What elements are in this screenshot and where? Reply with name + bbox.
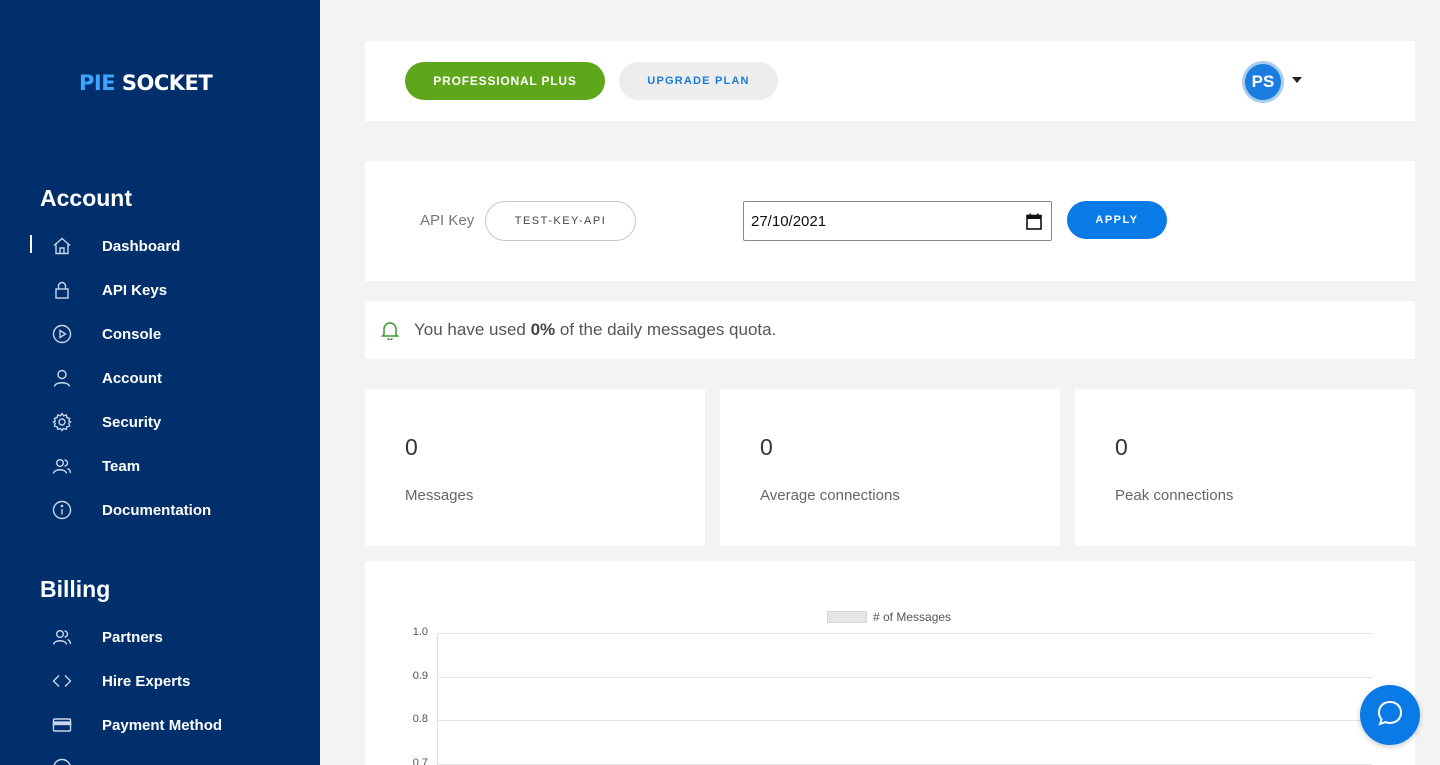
sidebar-item-api-keys[interactable]: API Keys — [30, 272, 290, 308]
sidebar-item-label: Team — [102, 457, 141, 475]
date-field[interactable]: 27/10/2021 — [743, 201, 1052, 241]
date-value: 27/10/2021 — [751, 212, 827, 230]
quota-prefix: You have used — [414, 320, 531, 339]
user-icon — [50, 366, 74, 390]
y-tick-label: 0.8 — [412, 713, 428, 725]
sidebar-item-next-partial[interactable] — [30, 750, 290, 765]
sidebar-item-security[interactable]: Security — [30, 404, 290, 440]
bell-icon — [380, 320, 400, 345]
logo-part-socket: SOCKET — [121, 71, 213, 95]
quota-suffix: of the daily messages quota. — [555, 320, 777, 339]
sidebar-item-label: Hire Experts — [102, 672, 191, 690]
code-icon — [50, 669, 74, 693]
users-icon — [50, 625, 74, 649]
sidebar-item-team[interactable]: Team — [30, 448, 290, 484]
sidebar-item-hire-experts[interactable]: Hire Experts — [30, 663, 290, 699]
gridline — [437, 763, 1372, 765]
stat-value: 0 — [760, 434, 773, 460]
users-icon — [50, 454, 74, 478]
quota-percent: 0% — [530, 320, 556, 339]
sidebar-item-label: Payment Method — [102, 716, 223, 734]
y-tick-label: 1.0 — [412, 626, 428, 638]
stat-value: 0 — [1115, 434, 1128, 460]
sidebar-item-payment-method[interactable]: Payment Method — [30, 707, 290, 743]
sidebar-item-partners[interactable]: Partners — [30, 619, 290, 655]
y-tick-label: 0.7 — [412, 756, 428, 765]
filter-card: API Key TEST-KEY-API 27/10/2021 APPLY — [365, 161, 1415, 281]
stat-value: 0 — [405, 434, 418, 460]
sidebar-item-label: Account — [102, 369, 162, 387]
apply-button[interactable]: APPLY — [1067, 201, 1167, 239]
y-axis-line — [437, 633, 438, 765]
sidebar-item-label: Documentation — [102, 501, 212, 519]
stat-label: Messages — [405, 487, 474, 504]
stat-label: Peak connections — [1115, 487, 1234, 504]
sidebar-item-label: Dashboard — [102, 237, 181, 255]
sidebar-item-console[interactable]: Console — [30, 316, 290, 352]
plan-badge-button[interactable]: PROFESSIONAL PLUS — [405, 62, 605, 100]
sidebar-item-label: API Keys — [102, 281, 168, 299]
upgrade-plan-button[interactable]: UPGRADE PLAN — [619, 62, 778, 100]
top-bar: PROFESSIONAL PLUS UPGRADE PLAN PS — [365, 41, 1415, 121]
sidebar-item-label: Console — [102, 325, 162, 343]
stat-label: Average connections — [760, 487, 900, 504]
logo-part-pie: PIE — [79, 71, 116, 95]
legend-label[interactable]: # of Messages — [873, 610, 951, 624]
y-tick-label: 0.9 — [412, 669, 428, 682]
gridline — [437, 720, 1372, 721]
gridline — [437, 676, 1372, 678]
calendar-icon[interactable] — [1026, 213, 1042, 234]
lock-icon — [50, 278, 74, 302]
billing-section-title: Billing — [40, 576, 111, 602]
info-icon — [50, 498, 74, 522]
account-section-title: Account — [40, 185, 132, 211]
home-icon — [50, 234, 74, 258]
chat-bubble-icon — [1376, 699, 1404, 732]
chat-button[interactable] — [1360, 685, 1420, 745]
sidebar-item-documentation[interactable]: Documentation — [30, 492, 290, 528]
gear-icon — [50, 410, 74, 434]
pie-socket-logo[interactable]: PIE SOCKET — [79, 71, 213, 95]
sidebar: PIE SOCKET Account Dashboard API Keys Co… — [0, 0, 320, 765]
sidebar-item-label: Security — [102, 413, 162, 431]
circle-icon — [50, 756, 74, 765]
sidebar-item-account[interactable]: Account — [30, 360, 290, 396]
stat-card-messages: 0 Messages — [365, 389, 705, 546]
stat-card-peak-connections: 0 Peak connections — [1075, 389, 1415, 546]
gridline — [437, 633, 1372, 634]
messages-chart: # of Messages 1.0 0.9 0.8 0.7 — [365, 561, 1415, 765]
legend-swatch[interactable] — [827, 611, 867, 623]
credit-card-icon — [50, 713, 74, 737]
play-circle-icon — [50, 322, 74, 346]
api-key-label: API Key — [420, 212, 475, 229]
quota-notice: You have used 0% of the daily messages q… — [365, 301, 1415, 359]
chevron-down-icon[interactable] — [1292, 77, 1302, 83]
stat-card-average-connections: 0 Average connections — [720, 389, 1060, 546]
sidebar-item-dashboard[interactable]: Dashboard — [30, 228, 290, 264]
quota-text: You have used 0% of the daily messages q… — [414, 320, 776, 340]
sidebar-item-label: Partners — [102, 628, 163, 646]
api-key-selector[interactable]: TEST-KEY-API — [485, 201, 636, 241]
user-avatar[interactable]: PS — [1242, 61, 1284, 103]
